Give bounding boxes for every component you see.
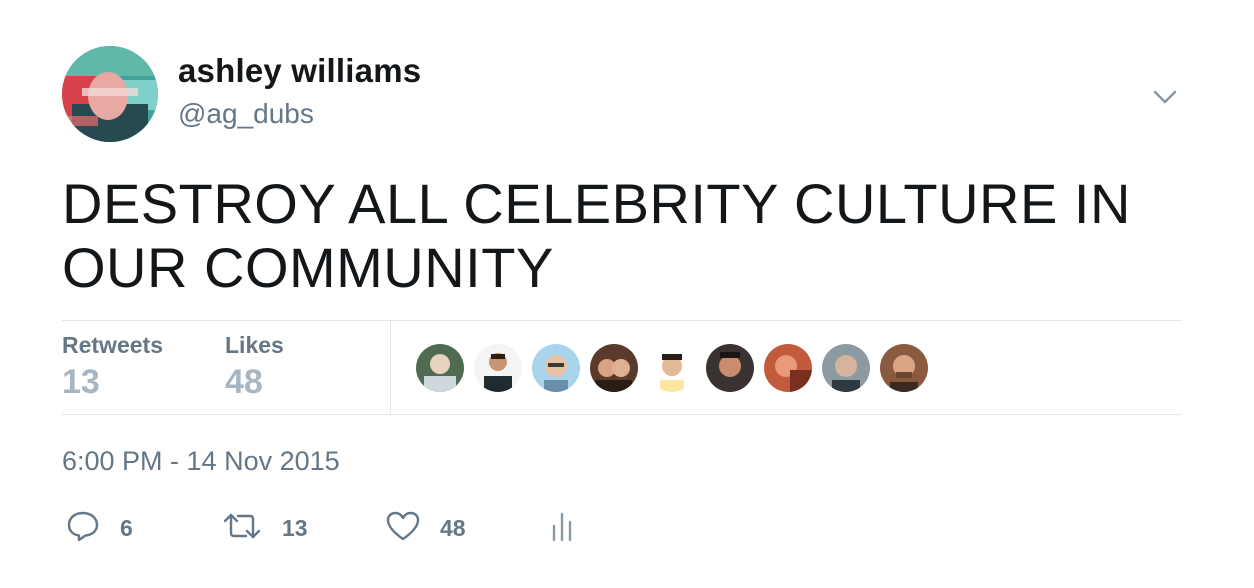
tweet-text: DESTROY ALL CELEBRITY CULTURE IN OUR COM… — [62, 172, 1131, 299]
author-handle[interactable]: @ag_dubs — [178, 98, 314, 130]
liker-avatar[interactable] — [648, 344, 696, 392]
retweets-count: 13 — [62, 363, 100, 401]
liker-avatar[interactable] — [590, 344, 638, 392]
author-avatar[interactable] — [62, 46, 158, 142]
retweet-button[interactable]: 13 — [222, 510, 308, 546]
reply-button[interactable]: 6 — [66, 510, 133, 546]
liker-avatar[interactable] — [706, 344, 754, 392]
likes-count: 48 — [225, 363, 263, 401]
retweet-icon — [222, 510, 262, 547]
likes-stat[interactable]: Likes 48 — [225, 332, 284, 402]
liker-avatar[interactable] — [532, 344, 580, 392]
chevron-down-icon[interactable] — [1150, 82, 1180, 112]
reply-count: 6 — [120, 514, 133, 541]
liker-avatar[interactable] — [822, 344, 870, 392]
divider — [62, 414, 1182, 415]
like-count: 48 — [440, 514, 466, 541]
liker-avatar[interactable] — [880, 344, 928, 392]
likes-label: Likes — [225, 332, 284, 358]
retweets-label: Retweets — [62, 332, 163, 358]
divider — [62, 320, 1182, 321]
reply-icon — [66, 510, 100, 547]
retweets-stat[interactable]: Retweets 13 — [62, 332, 163, 402]
stats-divider — [390, 321, 391, 414]
liker-avatar[interactable] — [416, 344, 464, 392]
like-button[interactable]: 48 — [386, 510, 466, 546]
tweet-timestamp[interactable]: 6:00 PM - 14 Nov 2015 — [62, 446, 340, 477]
liker-avatar[interactable] — [474, 344, 522, 392]
analytics-icon — [550, 510, 576, 547]
liker-avatar[interactable] — [764, 344, 812, 392]
author-name[interactable]: ashley williams — [178, 52, 421, 90]
analytics-button[interactable] — [550, 510, 576, 546]
heart-icon — [386, 510, 420, 547]
retweet-count: 13 — [282, 514, 308, 541]
